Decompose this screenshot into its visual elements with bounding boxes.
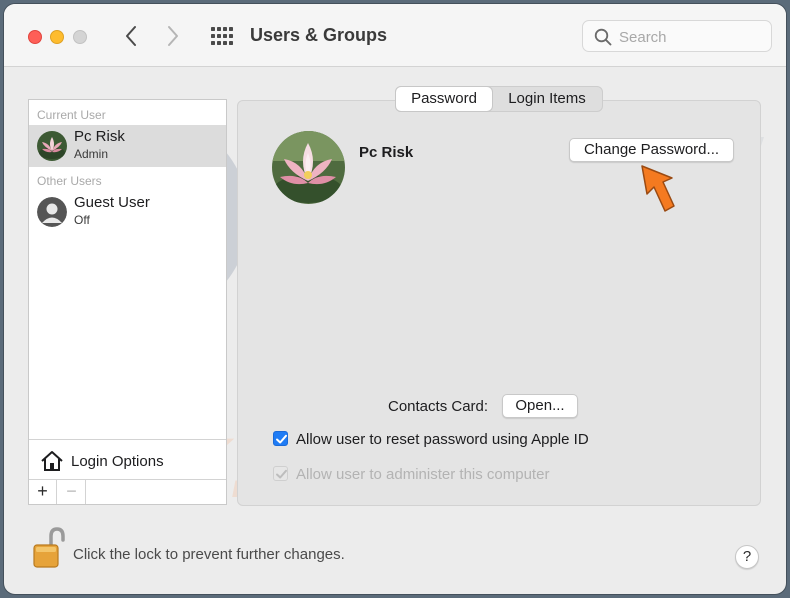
checkmark-icon <box>276 469 287 479</box>
title-bar: Users & Groups <box>4 4 786 67</box>
window-title: Users & Groups <box>250 25 388 45</box>
users-sidebar: Current User Pc Risk Admin Other Users G… <box>28 99 227 505</box>
chevron-right-icon <box>168 26 178 46</box>
other-users-heading: Other Users <box>37 174 102 188</box>
zoom-button[interactable] <box>73 30 87 44</box>
open-contacts-button[interactable]: Open... <box>502 394 578 418</box>
checkmark-icon <box>276 434 287 444</box>
search-input[interactable] <box>619 27 759 47</box>
back-button[interactable] <box>118 22 144 50</box>
allow-admin-label: Allow user to administer this computer <box>296 466 550 483</box>
chevron-left-icon <box>126 26 136 46</box>
lotus-picture-icon <box>272 131 345 204</box>
change-password-button[interactable]: Change Password... <box>569 138 734 162</box>
close-button[interactable] <box>28 30 42 44</box>
search-icon <box>594 28 612 46</box>
allow-admin-checkbox[interactable] <box>273 466 288 481</box>
user-role: Off <box>74 213 90 227</box>
minimize-button[interactable] <box>50 30 64 44</box>
allow-reset-label[interactable]: Allow user to reset password using Apple… <box>296 431 589 448</box>
help-button[interactable]: ? <box>735 545 759 569</box>
search-field[interactable] <box>582 20 772 52</box>
login-options-label: Login Options <box>71 453 164 470</box>
user-name: Guest User <box>74 194 150 211</box>
user-role: Admin <box>74 147 109 161</box>
lotus-avatar-icon <box>37 131 67 161</box>
login-options-item[interactable]: Login Options <box>29 439 226 479</box>
lock-button[interactable] <box>32 526 66 575</box>
forward-button[interactable] <box>160 22 186 50</box>
contacts-card-label: Contacts Card: <box>388 398 489 415</box>
user-picture[interactable] <box>272 131 345 204</box>
tab-login-items[interactable]: Login Items <box>492 87 602 111</box>
add-user-button[interactable]: + <box>29 480 57 504</box>
allow-reset-checkbox[interactable] <box>273 431 288 446</box>
sidebar-user-pc-risk[interactable]: Pc Risk Admin <box>29 125 226 167</box>
lock-message: Click the lock to prevent further change… <box>73 546 345 563</box>
preferences-window: Users & Groups risk.com Current User <box>4 4 786 594</box>
sidebar-user-guest[interactable]: Guest User Off <box>29 191 226 233</box>
unlocked-padlock-icon <box>33 527 65 568</box>
remove-user-button[interactable]: − <box>58 480 86 504</box>
show-all-button[interactable] <box>208 24 236 48</box>
current-user-heading: Current User <box>37 108 106 122</box>
tab-bar: Password Login Items <box>395 86 603 112</box>
annotation-arrow-icon <box>641 165 675 212</box>
person-avatar-icon <box>37 197 67 227</box>
tab-password[interactable]: Password <box>396 87 492 111</box>
sidebar-button-bar: + − <box>29 479 226 504</box>
selected-user-name: Pc Risk <box>359 144 414 161</box>
user-name: Pc Risk <box>74 128 125 145</box>
house-icon <box>41 451 63 471</box>
grid-icon <box>211 27 233 45</box>
